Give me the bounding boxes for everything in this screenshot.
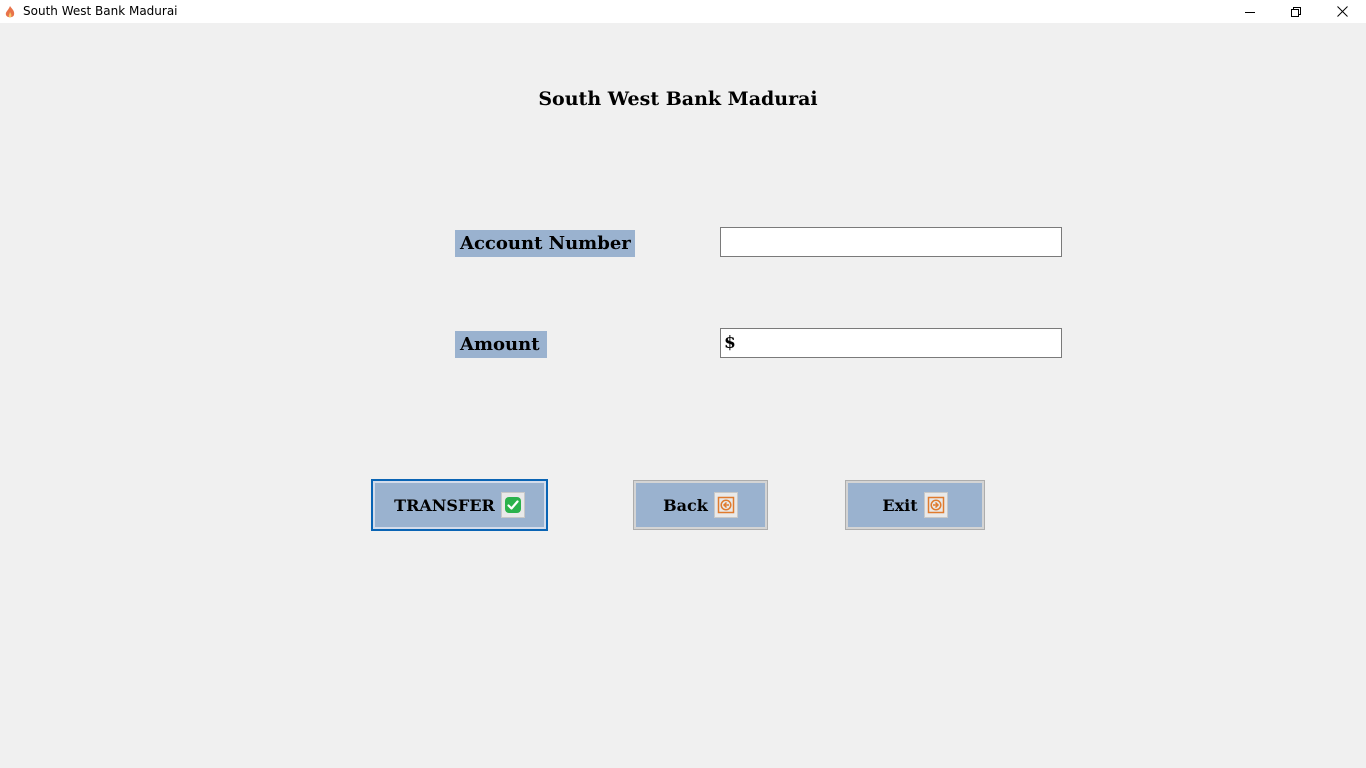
page-title: South West Bank Madurai	[538, 88, 818, 110]
account-number-input[interactable]	[720, 227, 1062, 257]
back-button[interactable]: Back	[633, 480, 768, 530]
amount-input[interactable]	[720, 328, 1062, 358]
restore-button[interactable]	[1273, 0, 1319, 23]
account-number-label: Account Number	[455, 230, 635, 257]
exit-button-label: Exit	[882, 495, 918, 515]
transfer-button[interactable]: TRANSFER	[371, 479, 548, 531]
amount-label: Amount	[455, 331, 547, 358]
transfer-button-label: TRANSFER	[394, 495, 495, 515]
close-icon	[1336, 2, 1348, 21]
window-titlebar: South West Bank Madurai	[0, 0, 1366, 23]
minimize-button[interactable]	[1227, 0, 1273, 23]
restore-icon	[1291, 2, 1301, 21]
arrow-right-icon	[923, 492, 948, 518]
check-icon	[500, 492, 525, 518]
arrow-left-icon	[713, 492, 738, 518]
exit-button[interactable]: Exit	[845, 480, 985, 530]
close-button[interactable]	[1319, 0, 1365, 23]
flame-icon	[4, 4, 16, 18]
minimize-icon	[1245, 2, 1255, 21]
back-button-label: Back	[663, 495, 708, 515]
window-title: South West Bank Madurai	[23, 4, 178, 18]
